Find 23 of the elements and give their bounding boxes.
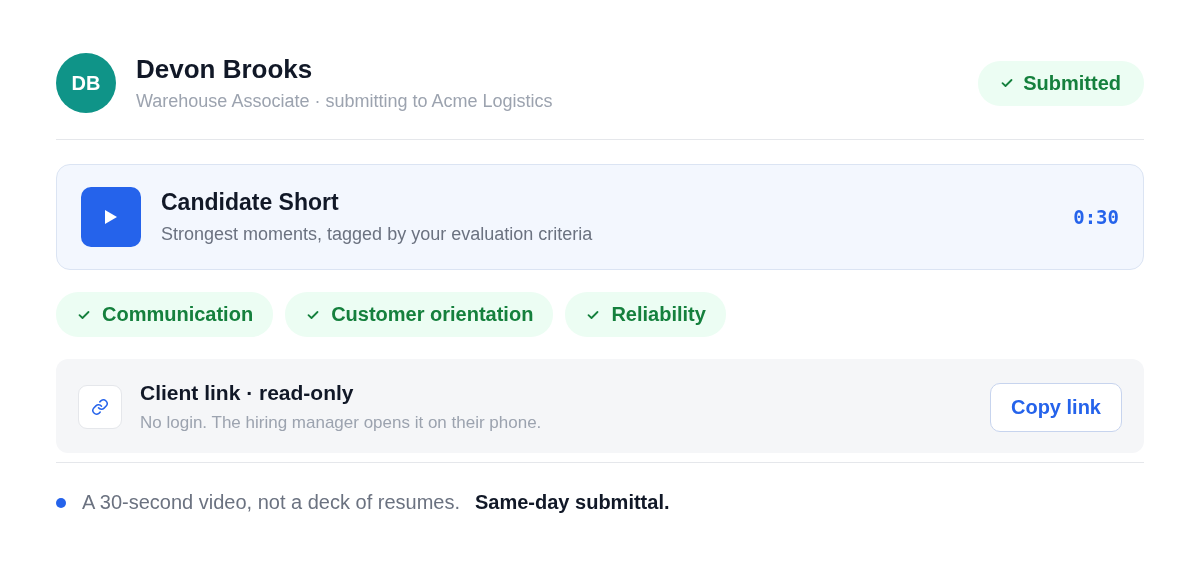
- video-description: Strongest moments, tagged by your evaluation criteria: [161, 224, 594, 245]
- avatar: DB: [56, 53, 116, 113]
- footer-note: A 30-second video, not a deck of resumes.: [82, 491, 460, 514]
- video-duration: 0:30: [1073, 206, 1119, 228]
- candidate-subtitle: Warehouse Associate · submitting to Acme Logistics: [136, 91, 554, 112]
- check-icon: [307, 309, 320, 320]
- link-icon: [91, 398, 109, 416]
- check-icon: [587, 309, 600, 320]
- play-button[interactable]: [81, 187, 141, 247]
- criteria-tag: Customer orientation: [285, 292, 554, 337]
- candidate-name: Devon Brooks: [136, 54, 314, 85]
- check-icon: [1001, 78, 1014, 88]
- criteria-tag: Communication: [56, 292, 274, 337]
- play-icon: [105, 210, 117, 224]
- bullet-dot: [56, 497, 66, 508]
- criteria-tag: Reliability: [565, 292, 726, 337]
- footer-highlight: Same-day submittal.: [475, 491, 670, 514]
- copy-link-button[interactable]: Copy link: [990, 382, 1122, 432]
- link-description: No login. The hiring manager opens it on their phone.: [140, 413, 543, 433]
- status-badge: Submitted: [978, 60, 1144, 106]
- video-title: Candidate Short: [161, 189, 340, 216]
- link-title: Client link · read-only: [140, 381, 355, 405]
- check-icon: [78, 309, 90, 320]
